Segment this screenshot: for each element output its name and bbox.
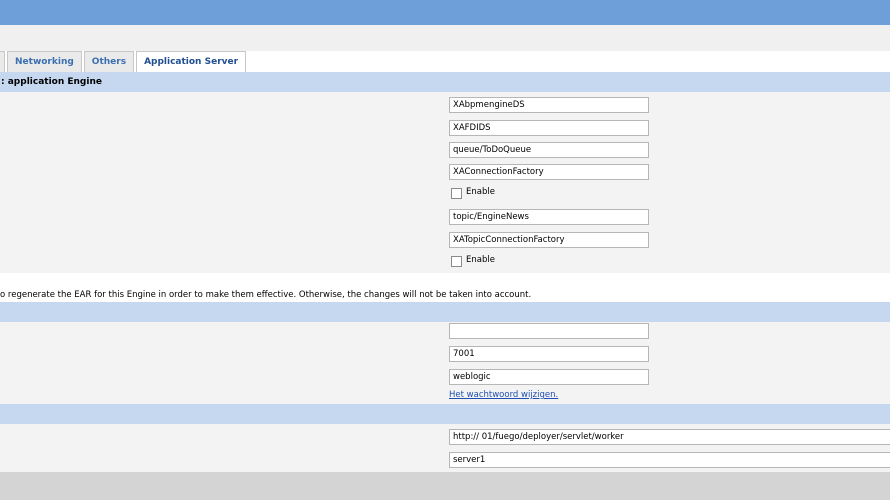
deployer-url-field[interactable]: http:// 01/fuego/deployer/servlet/worker — [449, 429, 890, 445]
enable-label-2: Enable — [466, 255, 495, 265]
change-password-link[interactable]: Het wachtwoord wijzigen. — [449, 390, 558, 400]
datasource-field[interactable]: XAbpmengineDS — [449, 97, 649, 113]
connection-factory-field[interactable]: XAConnectionFactory — [449, 164, 649, 180]
enable-checkbox-2[interactable] — [451, 256, 462, 267]
section-body-server — [0, 322, 890, 404]
server-name-field[interactable]: server1 — [449, 452, 890, 468]
enable-label-1: Enable — [466, 187, 495, 197]
enable-row-1: Enable — [451, 185, 495, 199]
footer-bar — [0, 472, 890, 500]
queue-field[interactable]: queue/ToDoQueue — [449, 142, 649, 158]
section-header-server — [0, 302, 890, 322]
topic-connection-factory-field[interactable]: XATopicConnectionFactory — [449, 232, 649, 248]
enable-checkbox-1[interactable] — [451, 188, 462, 199]
port-field[interactable]: 7001 — [449, 346, 649, 362]
section-header-deployer — [0, 404, 890, 424]
section-body-application-engine — [0, 92, 890, 273]
topic-field[interactable]: topic/EngineNews — [449, 209, 649, 225]
tab-partial[interactable] — [0, 51, 5, 72]
xa-datasource-field[interactable]: XAFDIDS — [449, 120, 649, 136]
toolbar-area — [0, 25, 890, 51]
tab-others[interactable]: Others — [83, 51, 135, 72]
tab-bar: Networking Others Application Server — [0, 51, 248, 72]
host-field[interactable] — [449, 323, 649, 339]
user-field[interactable]: weblogic — [449, 369, 649, 385]
regenerate-ear-note: o regenerate the EAR for this Engine in … — [0, 290, 532, 300]
window-title-bar — [0, 0, 890, 25]
section-header-application-engine: : application Engine — [0, 72, 890, 92]
enable-row-2: Enable — [451, 253, 495, 267]
tab-application-server[interactable]: Application Server — [136, 51, 247, 72]
tab-networking[interactable]: Networking — [7, 51, 82, 72]
